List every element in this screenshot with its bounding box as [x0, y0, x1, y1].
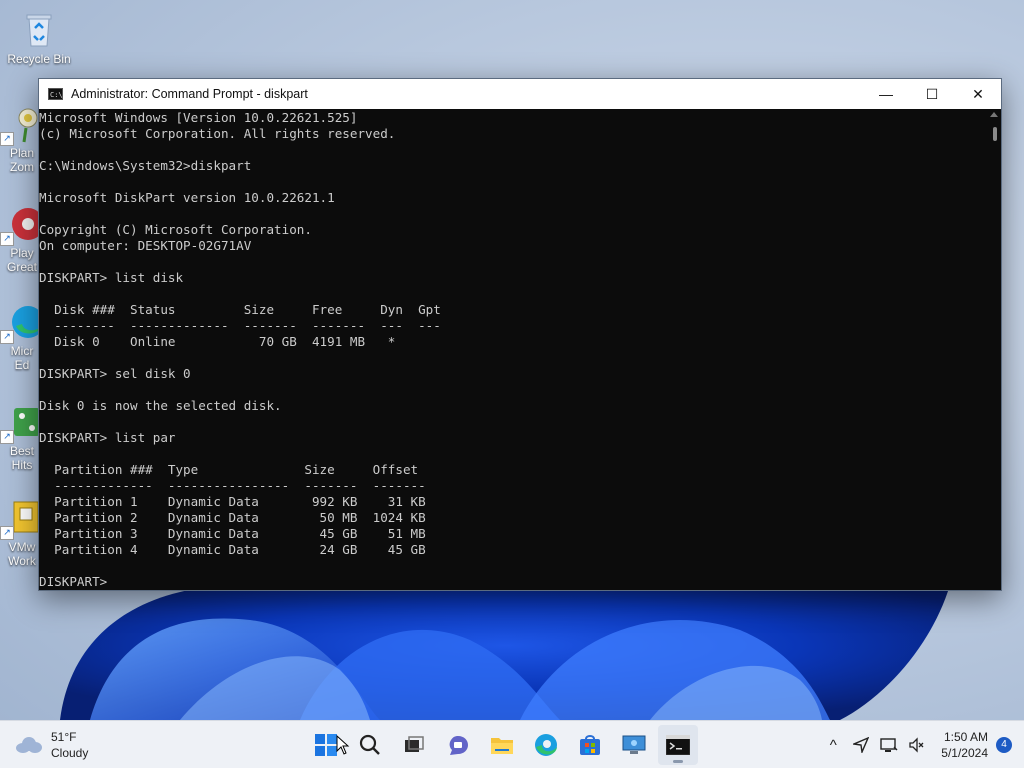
search-icon [359, 734, 380, 755]
weather-widget[interactable]: 51°F Cloudy [16, 729, 88, 761]
remote-desktop-button[interactable] [614, 725, 654, 765]
task-view-button[interactable] [394, 725, 434, 765]
taskbar-apps [306, 725, 702, 765]
cloud-icon [16, 737, 42, 753]
shortcut-arrow-icon: ↗ [0, 330, 14, 344]
terminal-icon [666, 735, 690, 755]
desktop-icon-recycle-bin[interactable]: Recycle Bin [0, 10, 78, 66]
edge-icon: ↗ [0, 302, 44, 344]
scroll-thumb[interactable] [993, 127, 997, 141]
weather-temperature: 51°F [51, 730, 77, 744]
clock[interactable]: 1:50 AM 5/1/2024 [941, 729, 988, 761]
console-output[interactable]: Microsoft Windows [Version 10.0.22621.52… [39, 109, 1001, 590]
game-plant-icon: ↗ [0, 104, 42, 146]
shortcut-arrow-icon: ↗ [0, 232, 14, 246]
active-app-indicator [673, 760, 683, 763]
console-scrollbar[interactable] [987, 109, 1001, 590]
chat-icon [449, 736, 468, 755]
game-disc-icon: ↗ [0, 204, 44, 246]
edge-icon [535, 734, 557, 756]
teams-chat-button[interactable] [438, 725, 478, 765]
console-text[interactable]: Microsoft Windows [Version 10.0.22621.52… [39, 109, 1001, 590]
store-icon [580, 735, 600, 755]
game-hits-icon: ↗ [0, 402, 42, 444]
notification-badge[interactable]: 4 [996, 737, 1012, 753]
edge-button[interactable] [526, 725, 566, 765]
volume-muted-icon[interactable] [903, 731, 931, 759]
close-button[interactable]: ✕ [955, 79, 1001, 109]
search-button[interactable] [350, 725, 390, 765]
clock-date: 5/1/2024 [941, 746, 988, 760]
tray-overflow-chevron-icon[interactable]: ^ [819, 731, 847, 759]
minimize-button[interactable]: — [863, 79, 909, 109]
windows-logo-icon [315, 734, 337, 756]
location-arrow-icon[interactable] [847, 731, 875, 759]
clock-time: 1:50 AM [943, 730, 988, 744]
shortcut-arrow-icon: ↗ [0, 430, 14, 444]
recycle-bin-icon [19, 10, 59, 50]
weather-description: Cloudy [51, 746, 89, 760]
mouse-cursor-icon [336, 735, 350, 755]
shortcut-arrow-icon: ↗ [0, 526, 14, 540]
monitor-icon [622, 735, 646, 754]
taskbar: 51°F Cloudy ^ 1:50 AM 5/1/2024 4 [0, 720, 1024, 768]
window-titlebar[interactable]: C:\ Administrator: Command Prompt - disk… [39, 79, 1001, 109]
maximize-button[interactable]: ☐ [909, 79, 955, 109]
command-prompt-taskbar-button[interactable] [658, 725, 698, 765]
scroll-up-arrow-icon[interactable] [990, 112, 998, 117]
file-explorer-button[interactable] [482, 725, 522, 765]
system-tray: ^ 1:50 AM 5/1/2024 4 [819, 721, 1024, 768]
task-view-icon [405, 736, 424, 752]
window-title: Administrator: Command Prompt - diskpart [71, 87, 308, 101]
vmware-icon: ↗ [0, 498, 42, 540]
console-app-icon: C:\ [48, 88, 63, 100]
folder-icon [491, 738, 513, 754]
command-prompt-window[interactable]: C:\ Administrator: Command Prompt - disk… [38, 78, 1002, 591]
network-icon[interactable] [875, 731, 903, 759]
store-button[interactable] [570, 725, 610, 765]
shortcut-arrow-icon: ↗ [0, 132, 14, 146]
desktop-icon-label: Recycle Bin [7, 52, 71, 66]
